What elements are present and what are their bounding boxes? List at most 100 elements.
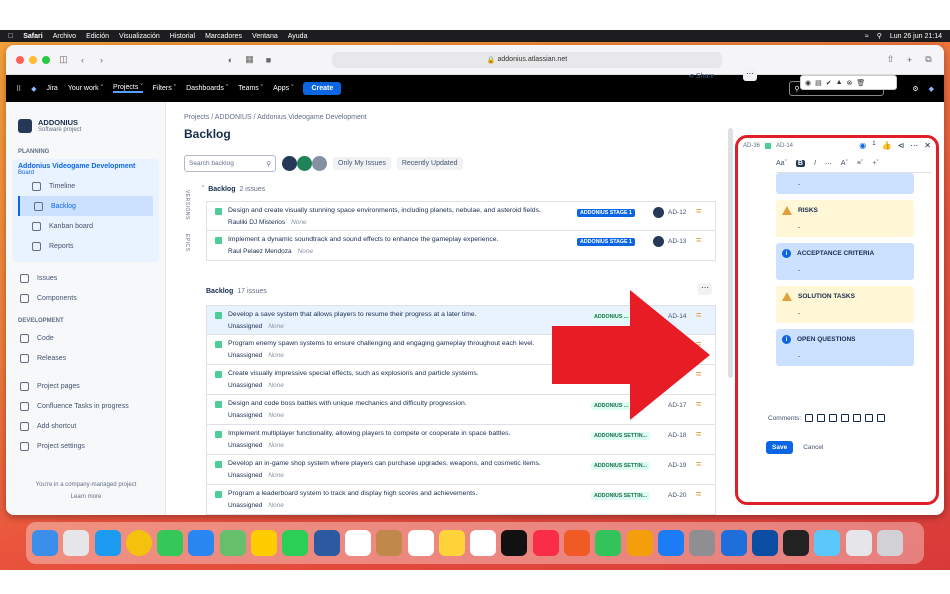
teamviewer-icon[interactable] bbox=[751, 530, 778, 556]
table-row[interactable]: Program a leaderboard system to track an… bbox=[206, 485, 716, 515]
address-bar[interactable]: 🔒 addonius.atlassian.net bbox=[332, 51, 722, 68]
app-store-icon[interactable] bbox=[657, 530, 684, 556]
comment-template-icon[interactable] bbox=[805, 414, 814, 422]
epic-lozenge[interactable]: ADDONIUS SETTIN... bbox=[591, 462, 650, 470]
insert-plus-icon[interactable]: +ˇ bbox=[872, 160, 878, 167]
nav-apps[interactable]: Apps ˇ bbox=[273, 85, 293, 92]
avatar[interactable] bbox=[653, 236, 664, 247]
comment-template-icon[interactable] bbox=[877, 414, 886, 422]
minimize-window-button[interactable] bbox=[29, 55, 37, 64]
sidebar-item-releases[interactable]: Releases bbox=[6, 348, 165, 368]
text-color-icon[interactable]: Aˇ bbox=[841, 160, 848, 167]
trash-icon[interactable] bbox=[877, 530, 904, 556]
jira-logo-icon[interactable]: ◆ bbox=[31, 85, 36, 93]
settings-gear-icon[interactable]: ⚙ bbox=[912, 85, 918, 93]
sidebar-item-kanban-board[interactable]: Kanban board bbox=[18, 216, 153, 236]
menu-archivo[interactable]: Archivo bbox=[53, 33, 76, 40]
table-row[interactable]: Implement a dynamic soundtrack and sound… bbox=[206, 231, 716, 261]
scrollbar[interactable] bbox=[728, 128, 733, 378]
recently-updated-filter[interactable]: Recently Updated bbox=[396, 157, 463, 170]
table-row[interactable]: Develop an in-game shop system where pla… bbox=[206, 455, 716, 485]
app-icon[interactable] bbox=[783, 530, 810, 556]
xcode-icon[interactable] bbox=[720, 530, 747, 556]
nav-dashboards[interactable]: Dashboards ˇ bbox=[186, 85, 228, 92]
record-icon[interactable]: ◉ bbox=[805, 79, 811, 87]
bold-button[interactable]: B bbox=[795, 160, 805, 167]
versions-tab[interactable]: VERSIONS bbox=[184, 190, 190, 220]
close-window-button[interactable] bbox=[16, 55, 24, 64]
more-icon[interactable]: ⋯ bbox=[910, 141, 918, 150]
issue-key[interactable]: AD-12 bbox=[668, 209, 686, 216]
backlog-section-header[interactable]: ˇ Backlog 2 issues bbox=[202, 186, 265, 193]
mail-icon[interactable] bbox=[188, 530, 215, 556]
avatar[interactable] bbox=[282, 156, 297, 171]
acceptance-criteria-panel[interactable]: i ACCEPTANCE CRITERIA - bbox=[776, 243, 914, 280]
comment-template-icon[interactable] bbox=[853, 414, 862, 422]
learn-more-link[interactable]: Learn more bbox=[6, 491, 166, 503]
nav-filters[interactable]: Filters ˇ bbox=[153, 85, 176, 92]
epics-tab[interactable]: EPICS bbox=[184, 234, 190, 252]
apple-tv-icon[interactable] bbox=[501, 530, 528, 556]
shield-icon[interactable]: ◐ bbox=[225, 54, 236, 65]
clock[interactable]: Lun 26 jun 21:14 bbox=[890, 33, 942, 40]
cancel-button[interactable]: Cancel bbox=[803, 444, 823, 451]
pages-icon[interactable] bbox=[626, 530, 653, 556]
extension-icon[interactable]: ▦ bbox=[244, 54, 255, 65]
trash-icon[interactable]: 🗑 bbox=[856, 79, 865, 87]
share-page-icon[interactable]: ⇧ bbox=[885, 54, 896, 65]
project-header[interactable]: ADDONIUS Software project bbox=[6, 102, 165, 139]
issue-key[interactable]: AD-14 bbox=[776, 143, 793, 149]
menu-ayuda[interactable]: Ayuda bbox=[288, 33, 308, 40]
extension-icon-2[interactable]: ■ bbox=[263, 54, 274, 65]
menu-visualizacion[interactable]: Visualización bbox=[119, 33, 160, 40]
comment-template-icon[interactable] bbox=[841, 414, 850, 422]
jira-app-name[interactable]: Jira bbox=[47, 85, 58, 92]
epic-lozenge[interactable]: ADDONIUS SETTIN... bbox=[591, 492, 650, 500]
avatar[interactable] bbox=[312, 156, 327, 171]
save-button[interactable]: Save bbox=[766, 441, 794, 454]
sidebar-item-timeline[interactable]: Timeline bbox=[18, 176, 153, 196]
sidebar-item-project-pages[interactable]: Project pages bbox=[6, 376, 165, 396]
sidebar-item-reports[interactable]: Reports bbox=[18, 236, 153, 256]
only-my-issues-filter[interactable]: Only My Issues bbox=[333, 157, 391, 170]
freeform-icon[interactable] bbox=[470, 530, 497, 556]
sidebar-item-issues[interactable]: Issues bbox=[6, 268, 165, 288]
eye-icon[interactable]: ◉ bbox=[859, 141, 866, 150]
avatar[interactable] bbox=[297, 156, 312, 171]
zoom-window-button[interactable] bbox=[42, 55, 50, 64]
parent-key[interactable]: AD-36 bbox=[743, 143, 760, 149]
tab-overview-icon[interactable]: ⧉ bbox=[923, 54, 934, 65]
comment-template-icon[interactable] bbox=[865, 414, 874, 422]
breadcrumb[interactable]: Projects / ADDONIUS / Addonius Videogame… bbox=[184, 114, 367, 121]
finder-icon[interactable] bbox=[32, 530, 58, 556]
back-icon[interactable]: ‹ bbox=[77, 54, 88, 65]
sidebar-item-backlog[interactable]: Backlog bbox=[18, 196, 153, 216]
app-switcher-icon[interactable]: ⠿ bbox=[16, 85, 21, 93]
menu-safari[interactable]: Safari bbox=[23, 33, 42, 40]
check-icon[interactable]: ✔ bbox=[826, 79, 832, 87]
menu-historial[interactable]: Historial bbox=[170, 33, 195, 40]
safari-icon[interactable] bbox=[94, 530, 121, 556]
photos-icon[interactable] bbox=[251, 530, 278, 556]
music-icon[interactable] bbox=[532, 530, 559, 556]
list-icon[interactable]: ≡ˇ bbox=[857, 160, 863, 167]
reminders-icon[interactable] bbox=[407, 530, 434, 556]
epic-lozenge[interactable]: ADDONIUS STAGE 1 bbox=[577, 209, 635, 217]
panel-block[interactable]: - bbox=[776, 173, 914, 194]
menu-edicion[interactable]: Edición bbox=[86, 33, 109, 40]
avatar[interactable]: ◆ bbox=[929, 85, 934, 93]
menu-marcadores[interactable]: Marcadores bbox=[205, 33, 242, 40]
issue-key[interactable]: AD-20 bbox=[668, 492, 686, 499]
new-tab-icon[interactable]: + bbox=[904, 54, 915, 65]
maps-icon[interactable] bbox=[219, 530, 246, 556]
page-more-button[interactable]: ⋯ bbox=[743, 69, 757, 81]
chrome-icon[interactable] bbox=[125, 530, 152, 556]
close-icon[interactable]: ⊗ bbox=[847, 79, 853, 87]
messages-icon[interactable] bbox=[157, 530, 184, 556]
text-style-dropdown[interactable]: Aaˇ bbox=[776, 160, 787, 167]
sidebar-item-code[interactable]: Code bbox=[6, 328, 165, 348]
table-row[interactable]: Design and create visually stunning spac… bbox=[206, 201, 716, 231]
comment-template-icon[interactable] bbox=[829, 414, 838, 422]
thumbs-up-icon[interactable]: 👍 bbox=[882, 141, 892, 150]
create-button[interactable]: Create bbox=[303, 82, 342, 95]
